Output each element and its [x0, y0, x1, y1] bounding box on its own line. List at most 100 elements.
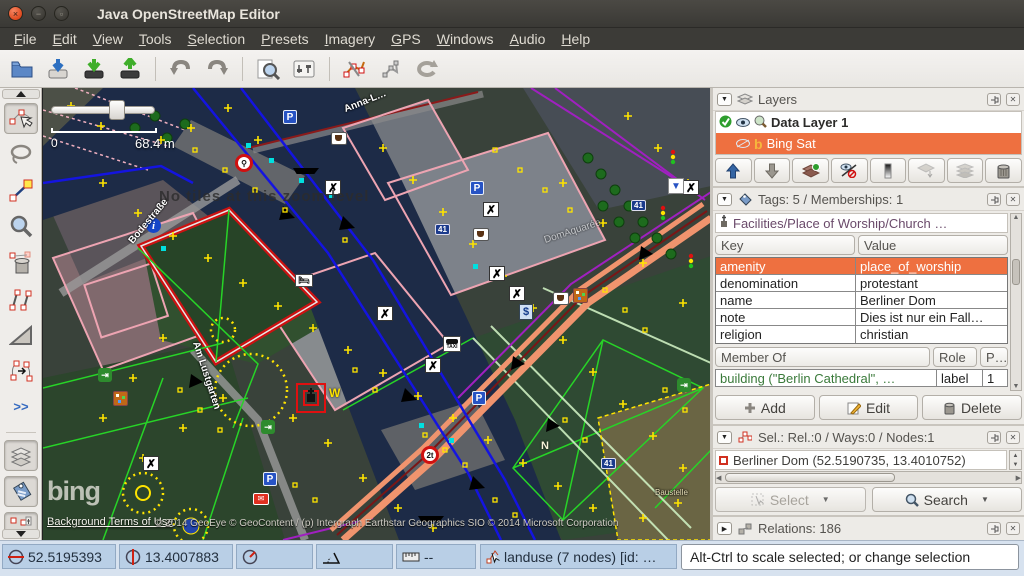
role-header[interactable]: Role	[933, 347, 977, 367]
layer-activate-button[interactable]	[792, 158, 829, 183]
search-button-panel[interactable]: Search ▼	[872, 487, 1023, 512]
preferences-button[interactable]	[288, 54, 320, 84]
layers-close-button[interactable]: ✕	[1006, 93, 1020, 106]
parallel-way-tool-button[interactable]	[4, 283, 38, 314]
zoom-slider-handle[interactable]	[109, 100, 125, 120]
restaurant-icon: ✗	[483, 202, 499, 217]
menu-edit[interactable]: Edit	[45, 30, 85, 48]
mappaint-style-button[interactable]	[339, 54, 371, 84]
zoom-tool-button[interactable]	[4, 211, 38, 242]
minimize-window-button[interactable]: −	[31, 6, 46, 21]
select-dropdown-arrow[interactable]: ▼	[822, 495, 830, 504]
more-tools-button[interactable]: >>	[4, 391, 38, 422]
menu-tools[interactable]: Tools	[131, 30, 180, 48]
selection-list-item[interactable]: Berliner Dom (52.5190735, 13.4010752)	[715, 450, 1007, 470]
search-dropdown-arrow[interactable]: ▼	[981, 495, 989, 504]
tags-close-button[interactable]: ✕	[1006, 193, 1020, 206]
menu-presets[interactable]: Presets	[253, 30, 316, 48]
position-header[interactable]: P…	[980, 347, 1008, 367]
zoom-slider[interactable]	[51, 106, 155, 114]
layer-merge-button[interactable]	[947, 158, 984, 183]
relations-close-button[interactable]: ✕	[1006, 522, 1020, 535]
layer-opacity-button[interactable]	[870, 158, 907, 183]
layer-active-icon	[719, 115, 732, 131]
tag-row[interactable]: amenityplace_of_worship	[716, 258, 1007, 275]
selection-hscrollbar[interactable]: ◀▶	[715, 471, 1022, 484]
heading-icon	[242, 549, 258, 565]
tag-row[interactable]: noteDies ist nur ein Fall…	[716, 309, 1007, 326]
close-window-button[interactable]: ×	[8, 6, 23, 21]
menu-bar: File Edit View Tools Selection Presets I…	[0, 28, 1024, 50]
bing-layer-icon: b	[754, 136, 763, 152]
layer-visible-icon[interactable]	[736, 115, 750, 130]
collapse-toolbar-bottom-button[interactable]	[2, 529, 40, 539]
layer-hidden-icon[interactable]	[736, 136, 750, 151]
redo-button[interactable]	[201, 54, 233, 84]
selected-node-berliner-dom[interactable]	[296, 383, 326, 413]
relations-expand-button[interactable]: ▶	[717, 522, 732, 535]
preset-link[interactable]: Facilities/Place of Worship/Church …	[715, 213, 1008, 233]
selection-close-button[interactable]: ✕	[1006, 431, 1020, 444]
edit-tag-button[interactable]: Edit	[819, 395, 919, 420]
relation-toolbox-button[interactable]	[375, 54, 407, 84]
tags-scrollbar[interactable]: ▲▼	[1010, 213, 1022, 391]
key-column-header[interactable]: Key	[715, 235, 855, 255]
selection-collapse-button[interactable]: ▼	[717, 431, 732, 444]
tags-pin-button[interactable]	[987, 193, 1001, 206]
layer-delete-button[interactable]	[985, 158, 1022, 183]
upload-button[interactable]	[114, 54, 146, 84]
collapse-toolbar-button[interactable]	[2, 89, 40, 99]
open-file-button[interactable]	[6, 54, 38, 84]
layer-row-data-layer[interactable]: Data Layer 1	[716, 112, 1021, 133]
download-along-button[interactable]	[78, 54, 110, 84]
tag-row[interactable]: denominationprotestant	[716, 275, 1007, 292]
draw-tool-button[interactable]	[4, 175, 38, 206]
delete-tool-button[interactable]	[4, 247, 38, 278]
layers-collapse-button[interactable]: ▼	[717, 93, 732, 106]
layer-row-bing-sat[interactable]: b Bing Sat	[716, 133, 1021, 154]
layers-panel-toggle[interactable]	[4, 440, 38, 471]
layers-pin-button[interactable]	[987, 93, 1001, 106]
member-of-header[interactable]: Member Of	[715, 347, 930, 367]
tags-collapse-button[interactable]: ▼	[717, 193, 732, 206]
funnel-icon: ▼	[668, 178, 684, 194]
refresh-button[interactable]	[411, 54, 443, 84]
menu-imagery[interactable]: Imagery	[317, 30, 384, 48]
layer-move-up-button[interactable]	[715, 158, 752, 183]
menu-audio[interactable]: Audio	[502, 30, 554, 48]
delete-tag-button[interactable]: Delete	[922, 395, 1022, 420]
menu-gps[interactable]: GPS	[383, 30, 429, 48]
taxi-icon: TAXI	[443, 336, 461, 352]
select-tool-button[interactable]	[4, 103, 38, 134]
layer-visibility-button[interactable]	[831, 158, 868, 183]
improve-accuracy-tool-button[interactable]	[4, 355, 38, 386]
tag-row[interactable]: nameBerliner Dom	[716, 292, 1007, 309]
undo-button[interactable]	[165, 54, 197, 84]
menu-selection[interactable]: Selection	[180, 30, 254, 48]
value-column-header[interactable]: Value	[858, 235, 1008, 255]
relations-pin-button[interactable]	[987, 522, 1001, 535]
membership-row[interactable]: building ("Berlin Cathedral", … label 1	[715, 369, 1008, 387]
map-viewport[interactable]: W N P P P P ✗ ✗ ✗ ✗ ✗ ✗ ✗ ✗ 41 41 41 2t …	[42, 88, 710, 540]
main-toolbar	[0, 50, 1024, 88]
menu-help[interactable]: Help	[553, 30, 598, 48]
layer-move-down-button[interactable]	[754, 158, 791, 183]
menu-view[interactable]: View	[85, 30, 131, 48]
selection-list-spinner[interactable]: ▲▼	[1009, 450, 1022, 470]
menu-windows[interactable]: Windows	[429, 30, 502, 48]
lasso-tool-button[interactable]	[4, 139, 38, 170]
layer-duplicate-button[interactable]	[908, 158, 945, 183]
tag-icon	[737, 192, 753, 206]
selection-pin-button[interactable]	[987, 431, 1001, 444]
search-button[interactable]	[252, 54, 284, 84]
layer-name: Data Layer 1	[771, 115, 848, 130]
menu-file[interactable]: File	[6, 30, 45, 48]
extrude-tool-button[interactable]	[4, 319, 38, 350]
object-cursor-icon	[486, 549, 500, 564]
download-data-button[interactable]	[42, 54, 74, 84]
select-button[interactable]: Select ▼	[715, 487, 866, 512]
tags-panel-toggle[interactable]	[4, 476, 38, 507]
tag-row[interactable]: religionchristian	[716, 326, 1007, 343]
maximize-window-button[interactable]: ▫	[54, 6, 69, 21]
add-tag-button[interactable]: Add	[715, 395, 815, 420]
